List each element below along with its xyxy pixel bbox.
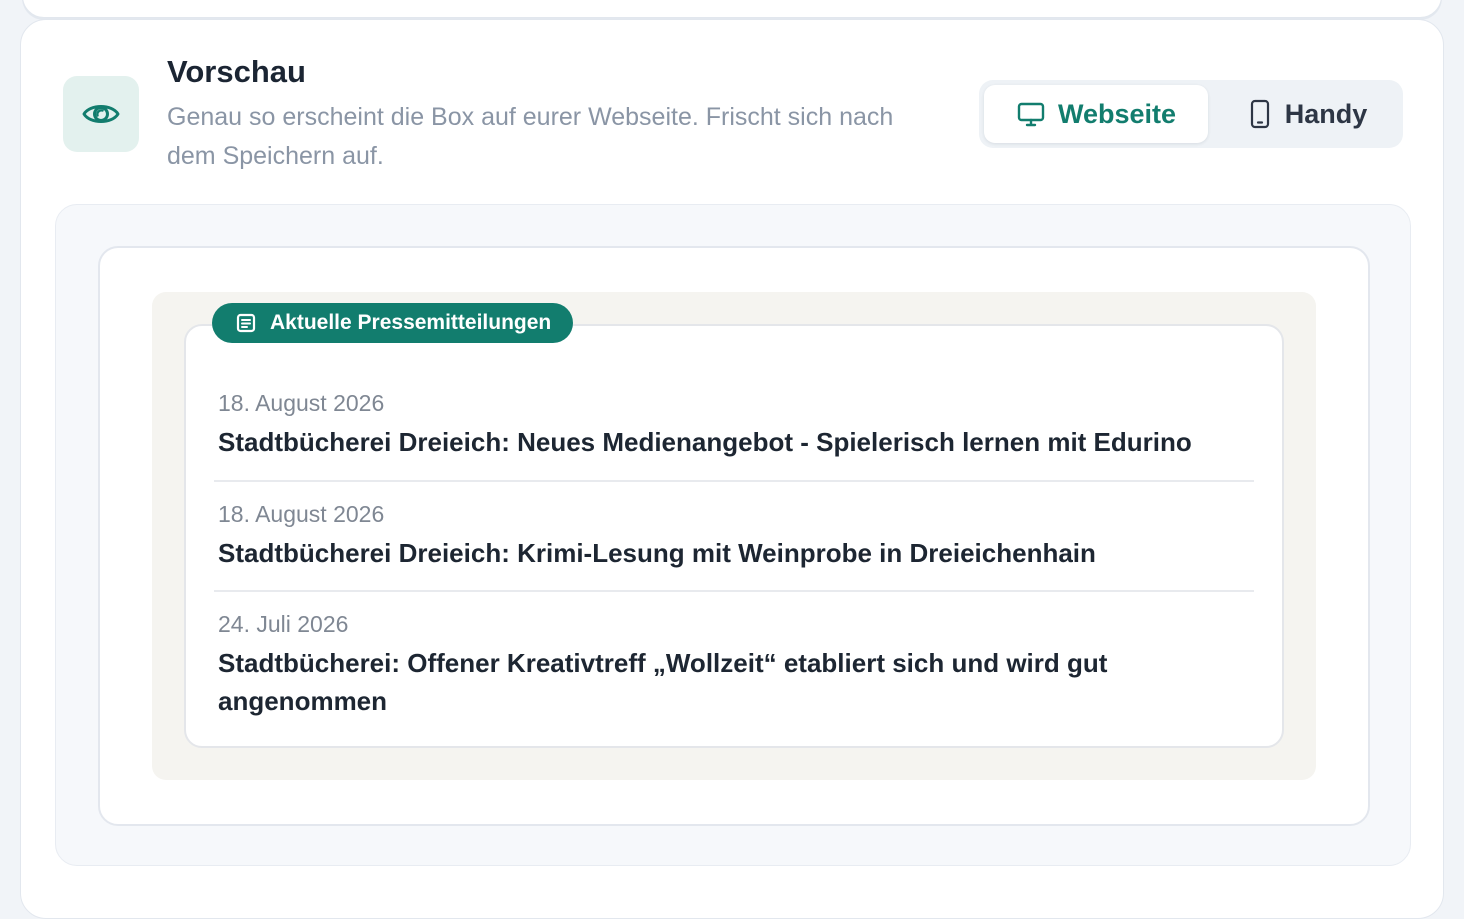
list-item[interactable]: 18. August 2026 Stadtbücherei Dreieich: … bbox=[218, 388, 1258, 461]
mobile-view-button[interactable]: Handy bbox=[1216, 85, 1398, 143]
list-item[interactable]: 18. August 2026 Stadtbücherei Dreieich: … bbox=[218, 499, 1258, 572]
website-view-button[interactable]: Webseite bbox=[984, 85, 1208, 143]
news-date: 18. August 2026 bbox=[218, 390, 385, 416]
press-widget-background: 18. August 2026 Stadtbücherei Dreieich: … bbox=[152, 292, 1316, 780]
list-item[interactable]: 24. Juli 2026 Stadtbücherei: Offener Kre… bbox=[218, 609, 1258, 720]
page-title: Vorschau bbox=[167, 54, 306, 89]
preview-header-icon bbox=[63, 76, 139, 152]
news-title[interactable]: Stadtbücherei Dreieich: Neues Medienange… bbox=[218, 423, 1258, 461]
smartphone-icon bbox=[1250, 99, 1269, 129]
divider bbox=[214, 590, 1254, 592]
newspaper-icon bbox=[236, 313, 256, 333]
news-title[interactable]: Stadtbücherei Dreieich: Krimi-Lesung mit… bbox=[218, 534, 1258, 572]
news-date: 24. Juli 2026 bbox=[218, 611, 349, 637]
widget-heading: Aktuelle Pressemitteilungen bbox=[270, 311, 552, 334]
mobile-view-label: Handy bbox=[1284, 98, 1368, 129]
monitor-icon bbox=[1017, 102, 1045, 127]
website-preview-frame: 18. August 2026 Stadtbücherei Dreieich: … bbox=[98, 246, 1370, 826]
news-title[interactable]: Stadtbücherei: Offener Kreativtreff „Wol… bbox=[218, 644, 1258, 720]
page-subtitle: Genau so erscheint die Box auf eurer Web… bbox=[167, 103, 894, 170]
press-widget: 18. August 2026 Stadtbücherei Dreieich: … bbox=[184, 324, 1284, 748]
eye-icon bbox=[82, 105, 120, 123]
previous-card bbox=[22, 0, 1442, 18]
website-view-label: Webseite bbox=[1057, 98, 1177, 129]
news-date: 18. August 2026 bbox=[218, 501, 385, 527]
device-toggle: Webseite Handy bbox=[979, 80, 1403, 148]
widget-heading-badge: Aktuelle Pressemitteilungen bbox=[212, 303, 574, 343]
preview-stage: 18. August 2026 Stadtbücherei Dreieich: … bbox=[55, 204, 1411, 866]
divider bbox=[214, 480, 1254, 482]
preview-card: Vorschau Genau so erscheint die Box auf … bbox=[20, 19, 1444, 919]
